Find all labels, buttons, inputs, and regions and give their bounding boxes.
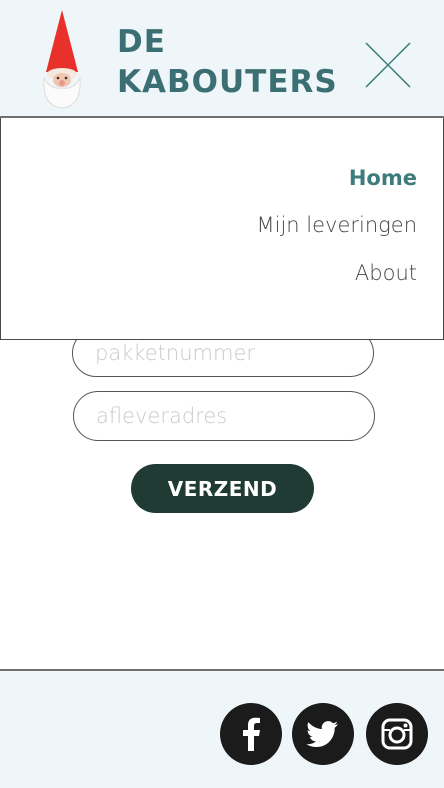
menu-item-mijn-leveringen[interactable]: Mijn leveringen — [257, 213, 417, 237]
brand-line-1: DE — [117, 24, 166, 60]
site-footer — [0, 669, 444, 788]
instagram-icon — [381, 718, 413, 750]
delivery-address-input[interactable] — [73, 391, 375, 441]
submit-button[interactable]: VERZEND — [131, 464, 314, 513]
facebook-icon — [243, 717, 260, 751]
twitter-icon — [306, 721, 338, 747]
gnome-logo-icon[interactable] — [38, 8, 86, 110]
instagram-button[interactable] — [366, 703, 428, 765]
brand-line-2: KABOUTERS — [117, 64, 338, 100]
site-header: DE KABOUTERS — [0, 0, 444, 118]
menu-item-about[interactable]: About — [355, 261, 417, 285]
twitter-button[interactable] — [292, 703, 354, 765]
menu-item-home[interactable]: Home — [349, 166, 417, 190]
brand-title[interactable]: DE KABOUTERS — [117, 22, 338, 102]
close-menu-icon[interactable] — [363, 40, 413, 90]
dropdown-menu: Home Mijn leveringen About — [0, 118, 444, 340]
facebook-button[interactable] — [220, 703, 282, 765]
